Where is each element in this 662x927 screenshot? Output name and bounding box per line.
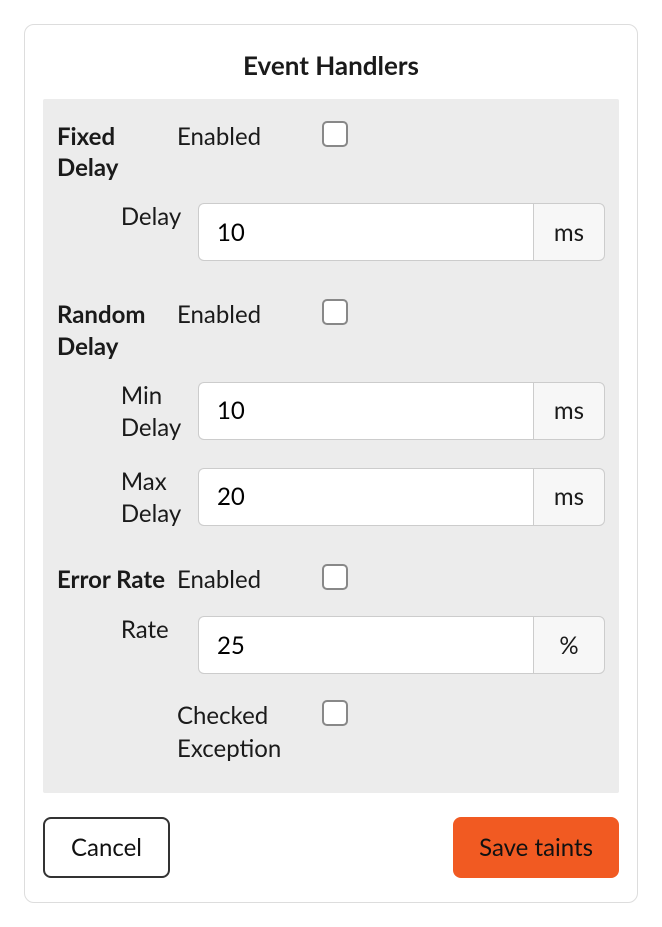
error-rate-value-row: Rate %	[57, 602, 605, 688]
random-delay-max-input[interactable]	[198, 468, 533, 526]
error-rate-input-group: %	[198, 616, 605, 674]
settings-panel: Fixed Delay Enabled Delay ms Random Dela…	[43, 99, 619, 793]
random-delay-max-input-group: ms	[198, 468, 605, 526]
error-rate-enabled-checkbox[interactable]	[322, 564, 348, 590]
save-button[interactable]: Save taints	[453, 817, 619, 878]
error-rate-checked-exception-label: Checked Exception	[177, 694, 322, 765]
fixed-delay-delay-label: Delay	[121, 195, 198, 233]
random-delay-min-label: Min Delay	[121, 374, 198, 445]
random-delay-max-unit: ms	[533, 468, 605, 526]
random-delay-min-input[interactable]	[198, 382, 533, 440]
random-delay-enabled-label: Enabled	[177, 293, 322, 331]
random-delay-enabled-checkbox[interactable]	[322, 299, 348, 325]
fixed-delay-label: Fixed Delay	[57, 115, 177, 183]
fixed-delay-enabled-label: Enabled	[177, 115, 322, 153]
error-rate-enabled-label: Enabled	[177, 558, 322, 596]
error-rate-label: Error Rate	[57, 558, 177, 595]
random-delay-min-input-group: ms	[198, 382, 605, 440]
fixed-delay-enabled-row: Fixed Delay Enabled	[57, 109, 605, 189]
fixed-delay-unit: ms	[533, 203, 605, 261]
random-delay-max-label: Max Delay	[121, 460, 198, 531]
error-rate-checked-exception-checkbox[interactable]	[322, 700, 348, 726]
error-rate-unit: %	[533, 616, 605, 674]
random-delay-min-row: Min Delay ms	[57, 368, 605, 454]
error-rate-checked-exception-row: Checked Exception	[57, 688, 605, 771]
error-rate-enabled-row: Error Rate Enabled	[57, 552, 605, 602]
fixed-delay-input-group: ms	[198, 203, 605, 261]
footer: Cancel Save taints	[43, 793, 619, 878]
fixed-delay-value-row: Delay ms	[57, 189, 605, 275]
random-delay-label: Random Delay	[57, 293, 177, 361]
random-delay-min-unit: ms	[533, 382, 605, 440]
error-rate-input[interactable]	[198, 616, 533, 674]
card-title: Event Handlers	[43, 43, 619, 99]
event-handlers-card: Event Handlers Fixed Delay Enabled Delay…	[24, 24, 638, 903]
fixed-delay-enabled-checkbox[interactable]	[322, 121, 348, 147]
random-delay-max-row: Max Delay ms	[57, 454, 605, 540]
random-delay-enabled-row: Random Delay Enabled	[57, 287, 605, 367]
cancel-button[interactable]: Cancel	[43, 817, 170, 878]
error-rate-rate-label: Rate	[121, 608, 198, 646]
fixed-delay-input[interactable]	[198, 203, 533, 261]
